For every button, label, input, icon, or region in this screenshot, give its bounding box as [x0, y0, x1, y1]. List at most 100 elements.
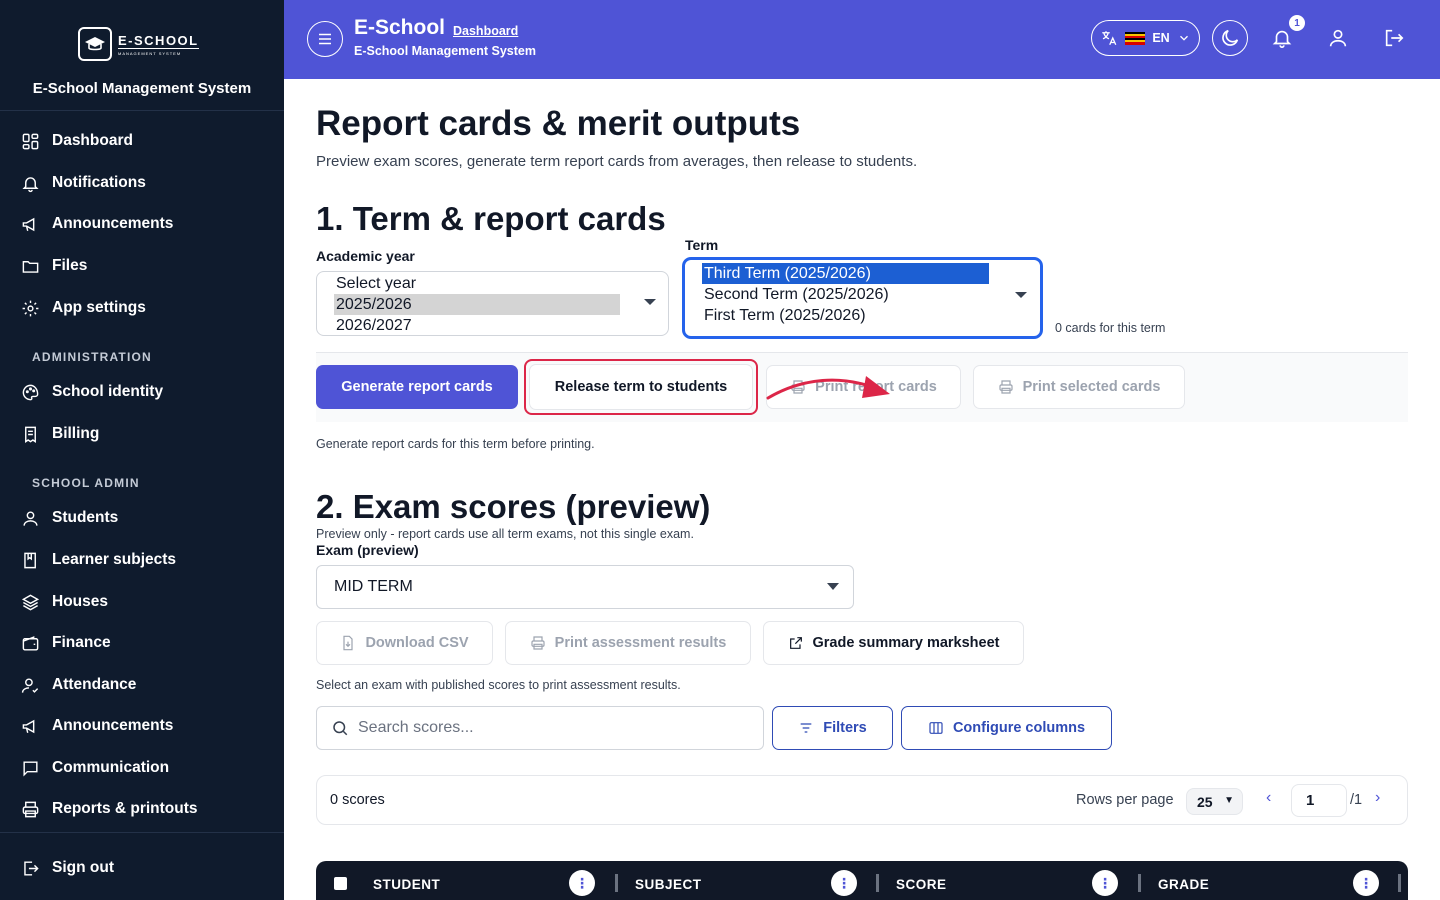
printer-icon [531, 636, 545, 650]
sidebar-item-app-settings[interactable]: App settings [20, 295, 146, 321]
sidebar-item-billing[interactable]: Billing [20, 421, 99, 447]
scores-table-header: STUDENT ⋮ SUBJECT ⋮ SCORE ⋮ GRADE ⋮ [316, 861, 1408, 900]
column-resize-handle[interactable] [876, 874, 879, 892]
column-resize-handle[interactable] [1138, 874, 1141, 892]
uganda-flag-icon [1125, 31, 1146, 45]
sidebar-item-learner-subjects[interactable]: Learner subjects [20, 547, 176, 573]
column-resize-handle[interactable] [1398, 874, 1401, 892]
printer-icon [20, 799, 40, 819]
logo-subtext: MANAGEMENT SYSTEM [118, 50, 182, 56]
hamburger-icon [319, 33, 331, 45]
language-selector[interactable]: EN [1091, 20, 1200, 56]
exam-hint: Select an exam with published scores to … [316, 678, 681, 692]
menu-toggle-button[interactable] [307, 21, 343, 57]
academic-year-option-selected[interactable]: 2025/2026 [334, 294, 620, 315]
sidebar-section-administration: ADMINISTRATION [32, 350, 152, 364]
sidebar-item-students[interactable]: Students [20, 505, 118, 531]
term-option[interactable]: First Term (2025/2026) [702, 305, 868, 326]
academic-year-option[interactable]: 2026/2027 [334, 315, 414, 336]
grade-summary-marksheet-button[interactable]: Grade summary marksheet [763, 621, 1024, 665]
term-option-selected[interactable]: Third Term (2025/2026) [702, 263, 989, 284]
column-menu-button[interactable]: ⋮ [831, 870, 857, 896]
sidebar-item-houses[interactable]: Houses [20, 589, 108, 615]
sidebar-item-label: Learner subjects [52, 551, 177, 568]
user-check-icon [20, 675, 40, 695]
megaphone-icon [20, 214, 40, 234]
print-assessment-results-button[interactable]: Print assessment results [505, 621, 751, 665]
exam-select[interactable]: MID TERM [316, 565, 854, 609]
school-logo: E-SCHOOL MANAGEMENT SYSTEM [78, 26, 206, 62]
sidebar-section-school-admin: SCHOOL ADMIN [32, 476, 140, 490]
bell-icon [1272, 30, 1292, 48]
configure-columns-button[interactable]: Configure columns [901, 706, 1112, 750]
column-header-subject[interactable]: SUBJECT [635, 877, 702, 892]
sign-out-icon [20, 858, 40, 878]
sidebar-item-finance[interactable]: Finance [20, 630, 111, 656]
previous-page-button[interactable]: ‹ [1266, 789, 1271, 807]
dashboard-icon [20, 131, 40, 151]
sidebar-title: E-School Management System [32, 80, 252, 97]
sidebar-item-announcements-school[interactable]: Announcements [20, 713, 173, 739]
sidebar-item-label: Billing [52, 425, 100, 442]
caret-down-icon [1015, 292, 1027, 298]
button-label: Print selected cards [1022, 379, 1161, 395]
caret-down-icon [827, 583, 839, 590]
academic-year-label: Academic year [316, 248, 415, 264]
rows-per-page-value: 25 [1197, 793, 1213, 810]
sidebar: E-SCHOOL MANAGEMENT SYSTEM E-School Mana… [0, 0, 284, 900]
exam-preview-note: Preview only - report cards use all term… [316, 527, 694, 541]
theme-toggle-button[interactable] [1212, 20, 1248, 56]
external-link-icon [789, 637, 802, 649]
sidebar-item-notifications[interactable]: Notifications [20, 170, 146, 196]
sidebar-item-reports[interactable]: Reports & printouts [20, 796, 198, 822]
sidebar-item-communication[interactable]: Communication [20, 755, 169, 781]
profile-button[interactable] [1326, 26, 1350, 50]
column-resize-handle[interactable] [615, 874, 618, 892]
academic-year-option[interactable]: Select year [334, 273, 418, 294]
sidebar-item-announcements[interactable]: Announcements [20, 211, 173, 237]
academic-year-select[interactable]: Select year 2025/2026 2026/2027 [316, 271, 669, 336]
sidebar-item-school-identity[interactable]: School identity [20, 379, 163, 405]
column-menu-button[interactable]: ⋮ [569, 870, 595, 896]
sidebar-item-files[interactable]: Files [20, 253, 87, 279]
search-placeholder: Search scores... [358, 719, 474, 736]
translate-icon [1102, 31, 1117, 46]
term-option[interactable]: Second Term (2025/2026) [702, 284, 891, 305]
logout-icon [1385, 29, 1404, 47]
notifications-button[interactable] [1270, 26, 1294, 50]
next-page-button[interactable]: › [1375, 789, 1380, 807]
palette-icon [20, 382, 40, 402]
column-header-score[interactable]: SCORE [896, 877, 947, 892]
download-csv-button[interactable]: Download CSV [316, 621, 493, 665]
logout-button[interactable] [1382, 26, 1406, 50]
print-selected-cards-button[interactable]: Print selected cards [973, 365, 1185, 409]
rows-per-page-select[interactable]: 25 ▼ [1186, 788, 1243, 815]
page-current: 1 [1306, 792, 1315, 809]
filters-button[interactable]: Filters [772, 706, 893, 750]
sidebar-sign-out[interactable]: Sign out [20, 855, 114, 881]
sidebar-item-label: Announcements [52, 717, 174, 734]
app-subtitle: E-School Management System [354, 44, 536, 58]
table-toolbar: 0 scores Rows per page 25 ▼ ‹ 1 /1 › [316, 775, 1408, 825]
section-exam-scores-title: 2. Exam scores (preview) [316, 488, 711, 525]
breadcrumb-dashboard[interactable]: Dashboard [453, 24, 518, 38]
notification-count-badge: 1 [1289, 15, 1305, 31]
search-scores-input[interactable]: Search scores... [316, 706, 764, 750]
chevron-down-icon: ▼ [1224, 795, 1234, 806]
select-all-checkbox[interactable] [334, 877, 347, 890]
page-number-input[interactable]: 1 [1291, 784, 1347, 817]
sidebar-item-label: Notifications [52, 174, 146, 191]
column-header-grade[interactable]: GRADE [1158, 877, 1209, 892]
sidebar-item-dashboard[interactable]: Dashboard [20, 128, 133, 154]
column-header-student[interactable]: STUDENT [373, 877, 440, 892]
term-select[interactable]: Third Term (2025/2026) Second Term (2025… [683, 258, 1042, 338]
section-term-title: 1. Term & report cards [316, 200, 666, 237]
column-menu-button[interactable]: ⋮ [1353, 870, 1379, 896]
sidebar-item-attendance[interactable]: Attendance [20, 672, 136, 698]
column-menu-button[interactable]: ⋮ [1092, 870, 1118, 896]
sidebar-item-label: Files [52, 257, 88, 274]
receipt-icon [20, 424, 40, 444]
button-label: Download CSV [365, 635, 469, 651]
columns-icon [929, 722, 943, 734]
generate-report-cards-button[interactable]: Generate report cards [316, 365, 518, 409]
